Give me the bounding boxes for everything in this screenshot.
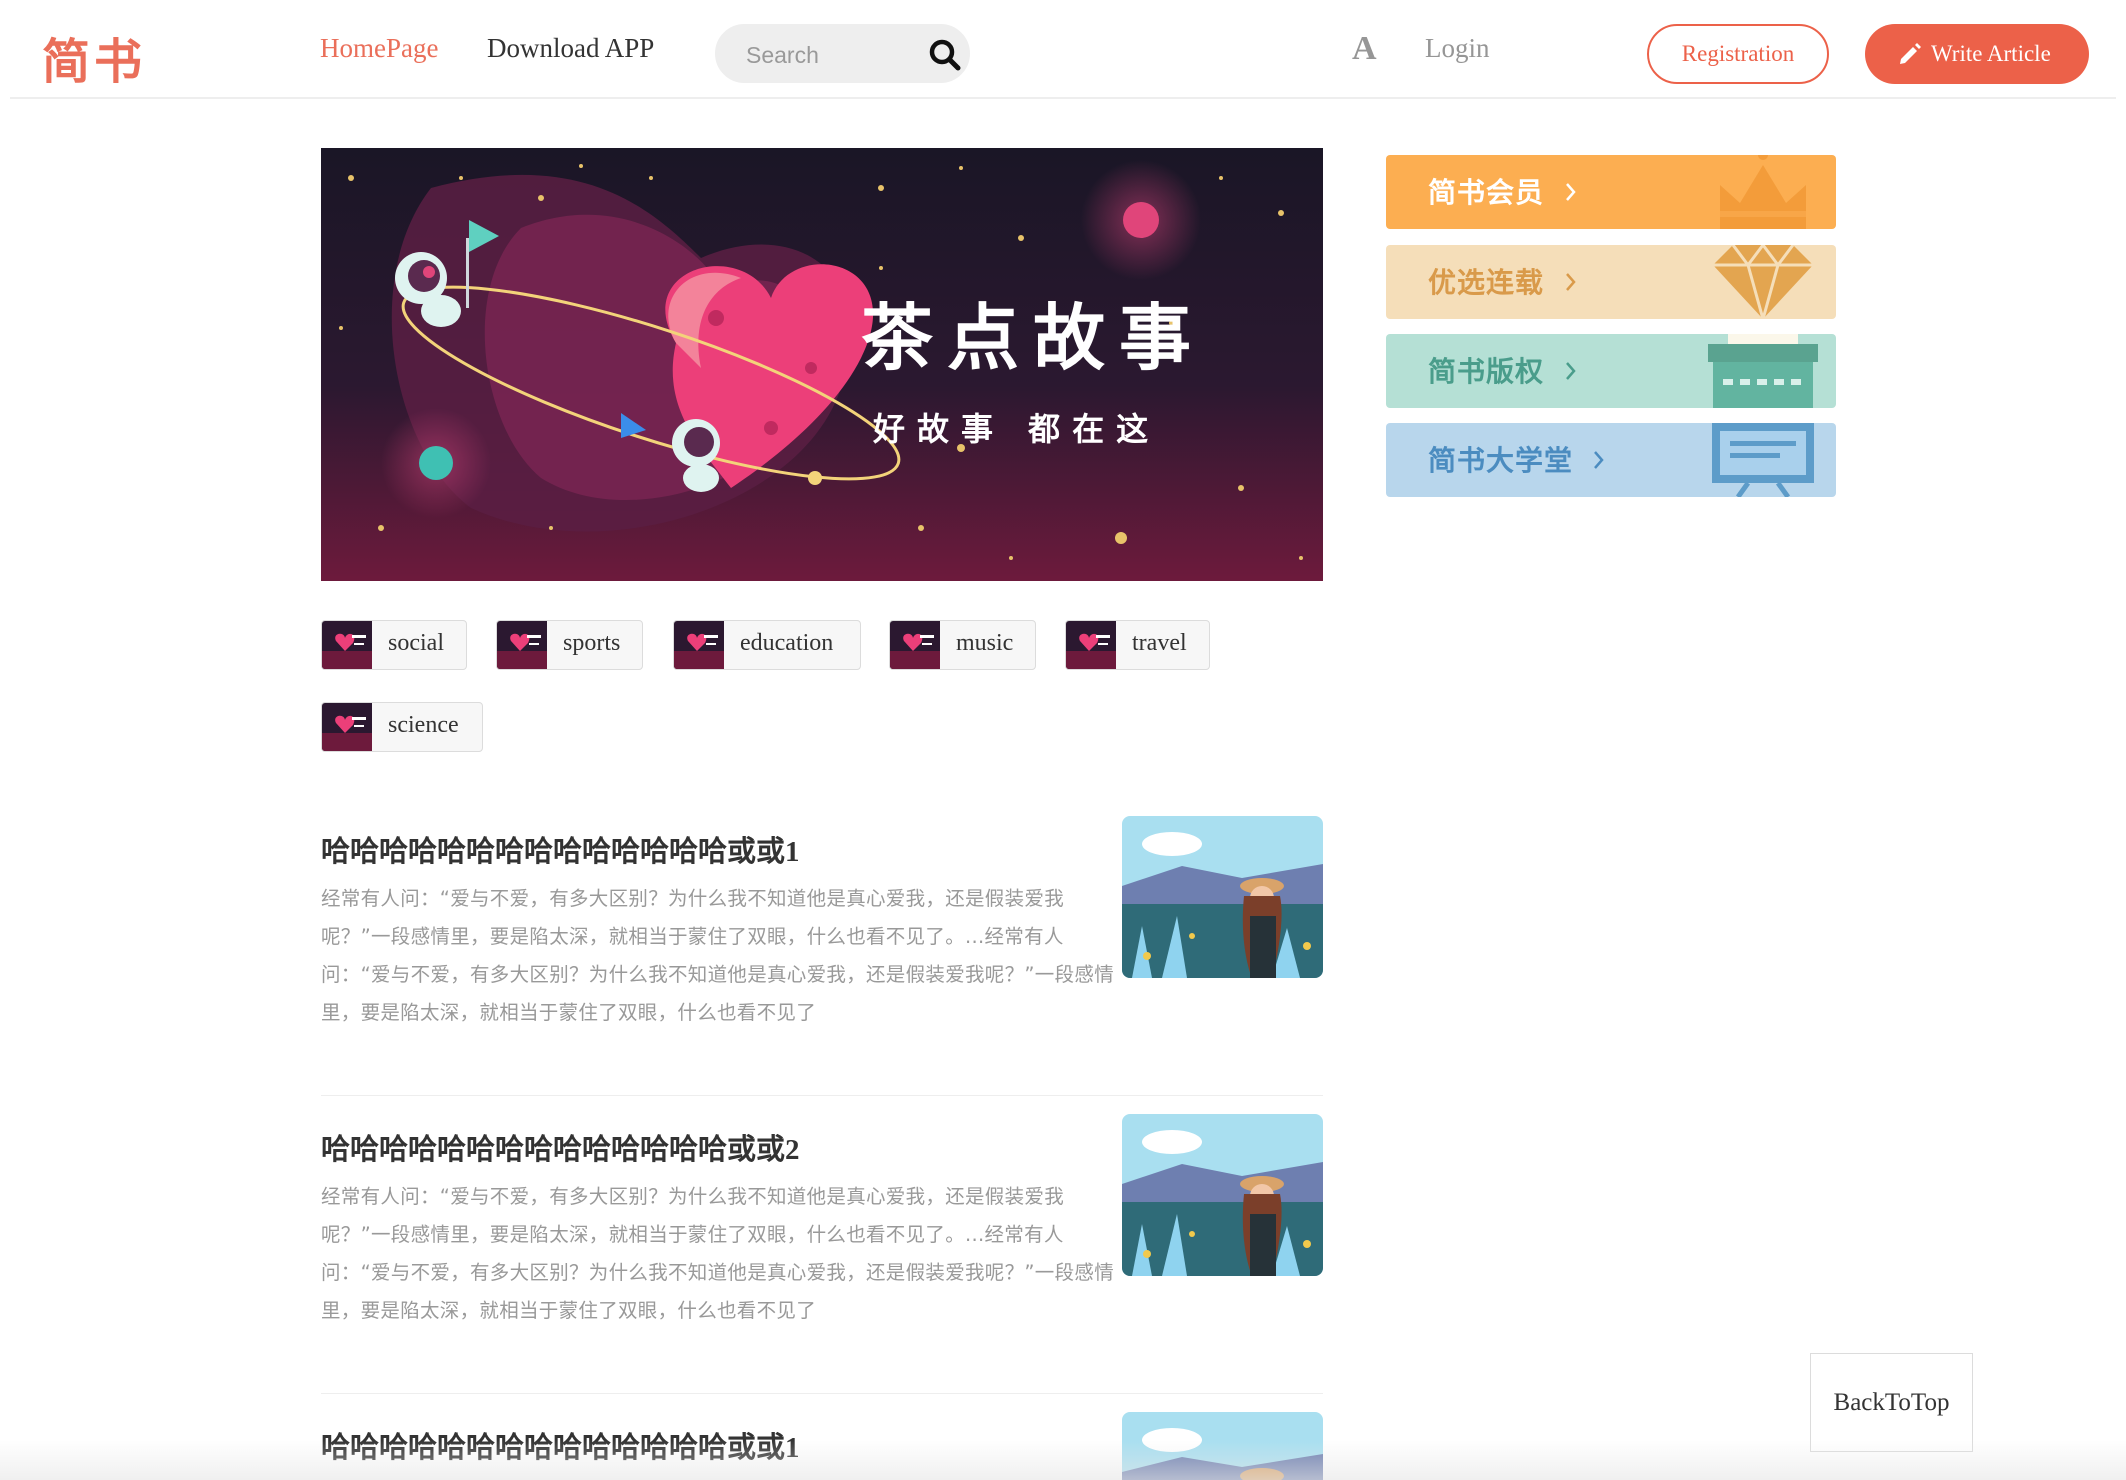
login-link[interactable]: Login [1425,33,1490,64]
banner-carousel[interactable]: 茶点故事 好故事 都在这 [321,148,1323,581]
board-label: 简书大学堂 [1428,444,1574,477]
article-divider [321,1393,1323,1394]
article-title[interactable]: 哈哈哈哈哈哈哈哈哈哈哈哈哈哈或或2 [321,1126,800,1168]
topic-label: social [388,630,444,656]
back-to-top-button[interactable]: BackToTop [1810,1353,1973,1452]
nav-homepage-link[interactable]: HomePage [320,33,438,64]
topic-thumbnail [322,621,372,669]
banner-title-text: 茶点故事 [861,296,1205,380]
article-thumbnail[interactable] [1122,1412,1323,1480]
topic-thumbnail [497,621,547,669]
banner-subtitle-text: 好故事 都在这 [872,410,1160,448]
search-input[interactable] [744,37,918,73]
nav-download-app-link[interactable]: Download APP [487,33,654,64]
chevron-right-icon [1566,273,1576,291]
search-icon[interactable] [925,35,965,75]
screen-icon [1712,423,1814,497]
article-item: 哈哈哈哈哈哈哈哈哈哈哈哈哈哈或或2 经常有人问：“爱与不爱，有多大区别？为什么我… [321,1114,1323,1376]
top-navbar: 简书 HomePage Download APP A Login Registr… [0,0,2126,99]
topic-social[interactable]: social [321,620,467,670]
write-article-label: Write Article [1931,41,2051,66]
topic-label: education [740,630,834,656]
registration-button[interactable]: Registration [1647,24,1829,84]
banner-image: 茶点故事 好故事 都在这 [321,148,1323,581]
chevron-right-icon [1566,183,1576,201]
board-label: 简书版权 [1428,355,1545,388]
topic-sports[interactable]: sports [496,620,643,670]
topic-science[interactable]: science [321,702,483,752]
header-divider [10,97,2116,99]
article-thumbnail[interactable] [1122,816,1323,978]
topic-education[interactable]: education [673,620,861,670]
diamond-icon [1713,245,1813,319]
board-label: 简书会员 [1428,176,1545,209]
topic-travel[interactable]: travel [1065,620,1210,670]
article-title[interactable]: 哈哈哈哈哈哈哈哈哈哈哈哈哈哈或或1 [321,828,800,870]
article-divider [321,1095,1323,1096]
article-thumbnail[interactable] [1122,1114,1323,1276]
board-member[interactable]: 简书会员 [1386,155,1836,229]
article-title[interactable]: 哈哈哈哈哈哈哈哈哈哈哈哈哈哈或或1 [321,1424,800,1466]
article-abstract: 经常有人问：“爱与不爱，有多大区别？为什么我不知道他是真心爱我，还是假装爱我呢？… [321,1185,1115,1322]
board-college[interactable]: 简书大学堂 [1386,423,1836,497]
topic-thumbnail [1066,621,1116,669]
write-article-button[interactable]: Write Article [1865,24,2089,84]
board-copyright[interactable]: 简书版权 [1386,334,1836,408]
topic-label: sports [563,630,621,656]
topic-thumbnail [890,621,940,669]
topic-label: science [388,712,459,738]
article-abstract: 经常有人问：“爱与不爱，有多大区别？为什么我不知道他是真心爱我，还是假装爱我呢？… [321,887,1115,1024]
crown-icon [1720,155,1806,229]
chevron-right-icon [1566,362,1576,380]
article-item: 哈哈哈哈哈哈哈哈哈哈哈哈哈哈或或1 [321,1412,1323,1480]
board-serial[interactable]: 优选连载 [1386,245,1836,319]
topic-label: travel [1132,630,1187,656]
font-size-toggle-icon[interactable]: A [1352,30,1377,68]
topic-music[interactable]: music [889,620,1036,670]
topic-thumbnail [322,703,372,751]
typewriter-icon [1708,334,1818,408]
pencil-icon [1900,43,1921,64]
search-box [715,24,970,83]
topic-thumbnail [674,621,724,669]
site-logo[interactable]: 简书 [42,22,146,92]
board-label: 优选连载 [1428,266,1545,299]
article-item: 哈哈哈哈哈哈哈哈哈哈哈哈哈哈或或1 经常有人问：“爱与不爱，有多大区别？为什么我… [321,816,1323,1078]
chevron-right-icon [1594,451,1604,469]
topic-label: music [956,630,1014,656]
